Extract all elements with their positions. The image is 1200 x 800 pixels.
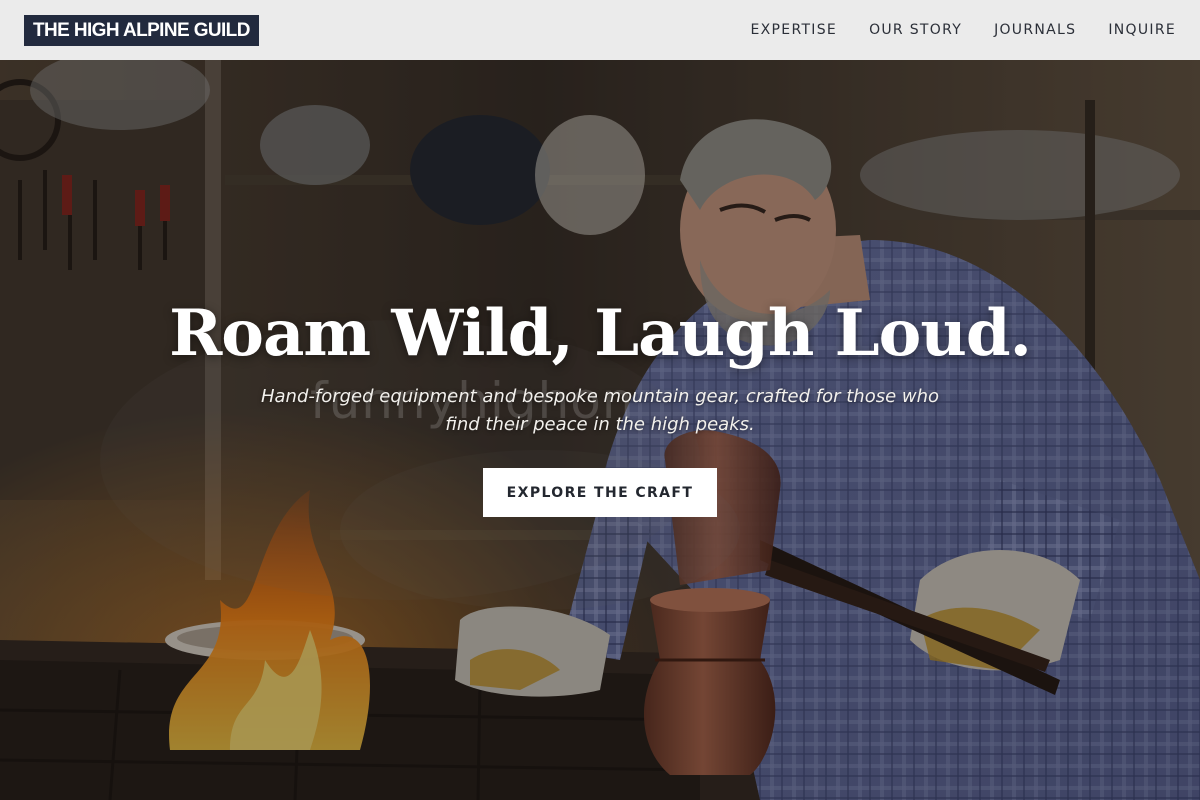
hero-title: Roam Wild, Laugh Loud. bbox=[169, 296, 1032, 371]
explore-craft-button[interactable]: EXPLORE THE CRAFT bbox=[483, 468, 717, 517]
nav-link-our-story[interactable]: OUR STORY bbox=[869, 22, 962, 38]
site-header: THE HIGH ALPINE GUILD EXPERTISE OUR STOR… bbox=[0, 0, 1200, 60]
nav-link-journals[interactable]: JOURNALS bbox=[994, 22, 1076, 38]
site-logo[interactable]: THE HIGH ALPINE GUILD bbox=[24, 14, 259, 46]
nav-link-inquire[interactable]: INQUIRE bbox=[1108, 22, 1176, 38]
hero-subtitle: Hand-forged equipment and bespoke mounta… bbox=[260, 386, 940, 435]
nav-link-expertise[interactable]: EXPERTISE bbox=[751, 22, 838, 38]
main-nav: EXPERTISE OUR STORY JOURNALS INQUIRE bbox=[751, 22, 1176, 38]
hero-section: funnyhighon Roam Wild, Laugh Loud. Hand-… bbox=[0, 60, 1200, 800]
hero-content: funnyhighon Roam Wild, Laugh Loud. Hand-… bbox=[0, 60, 1200, 800]
